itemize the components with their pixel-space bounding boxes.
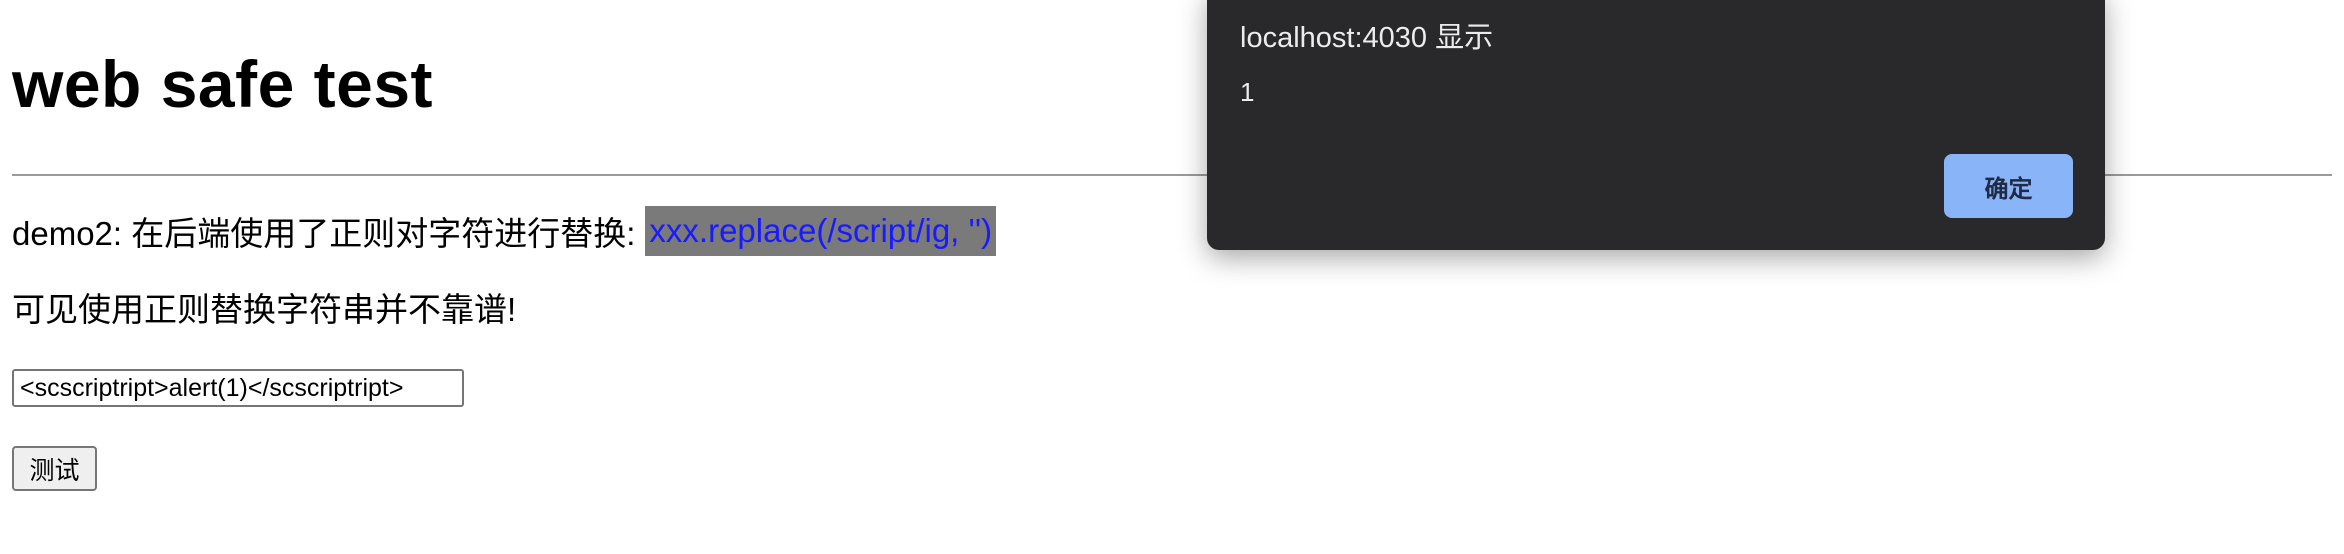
alert-ok-button[interactable]: 确定 (1944, 154, 2073, 218)
demo-description-text: demo2: 在后端使用了正则对字符进行替换: (12, 215, 636, 252)
demo-description: demo2: 在后端使用了正则对字符进行替换: xxx.replace(/scr… (12, 206, 997, 256)
page: web safe test demo2: 在后端使用了正则对字符进行替换: xx… (0, 0, 2344, 554)
payload-input[interactable] (12, 369, 464, 407)
alert-message: 1 (1240, 77, 1255, 107)
note-text: 可见使用正则替换字符串并不靠谱! (12, 291, 517, 328)
page-title: web safe test (12, 47, 433, 121)
highlighted-code-snippet: xxx.replace(/script/ig, '') (645, 206, 997, 256)
alert-dialog: localhost:4030 显示 1 确定 (1207, 0, 2105, 250)
test-button[interactable]: 测试 (12, 446, 97, 491)
alert-title: localhost:4030 显示 (1240, 22, 1494, 54)
